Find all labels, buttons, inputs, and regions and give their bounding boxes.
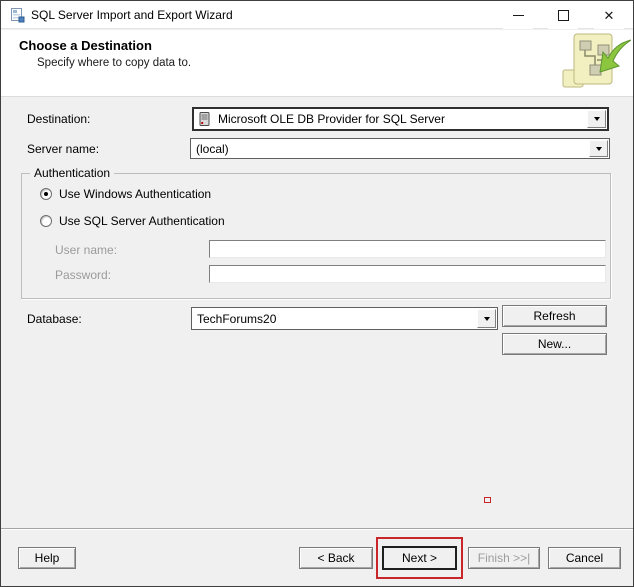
close-icon: ✕ bbox=[603, 7, 615, 23]
page-title: Choose a Destination bbox=[19, 38, 152, 53]
windows-auth-label[interactable]: Use Windows Authentication bbox=[59, 187, 211, 201]
import-export-diagram-icon bbox=[562, 33, 631, 88]
database-combobox[interactable]: TechForums20 bbox=[191, 307, 498, 330]
database-label: Database: bbox=[27, 312, 82, 326]
close-button[interactable]: ✕ bbox=[594, 1, 624, 29]
maximize-button[interactable] bbox=[548, 1, 578, 29]
wizard-window: SQL Server Import and Export Wizard ✕ Ch… bbox=[0, 0, 634, 587]
page-subtitle: Specify where to copy data to. bbox=[37, 57, 192, 69]
new-database-button[interactable]: New... bbox=[502, 333, 607, 355]
finish-button: Finish >>| bbox=[468, 547, 540, 569]
cancel-button[interactable]: Cancel bbox=[548, 547, 621, 569]
radio-dot-icon bbox=[44, 192, 48, 196]
minimize-button[interactable] bbox=[503, 1, 533, 29]
maximize-icon bbox=[557, 9, 569, 21]
next-button[interactable]: Next > bbox=[382, 546, 457, 570]
database-server-icon bbox=[199, 111, 210, 126]
refresh-button[interactable]: Refresh bbox=[502, 305, 607, 327]
minimize-icon bbox=[512, 14, 524, 16]
username-field bbox=[209, 240, 606, 258]
password-field bbox=[209, 265, 606, 283]
wizard-page-header: Choose a Destination Specify where to co… bbox=[1, 30, 633, 97]
titlebar: SQL Server Import and Export Wizard ✕ bbox=[1, 1, 633, 29]
destination-combobox[interactable]: Microsoft OLE DB Provider for SQL Server bbox=[192, 107, 609, 131]
database-dropdown-button[interactable] bbox=[477, 309, 496, 328]
help-button[interactable]: Help bbox=[18, 547, 76, 569]
annotation-mark bbox=[484, 497, 491, 503]
app-icon bbox=[11, 8, 25, 23]
dropdown-arrow-icon bbox=[593, 117, 600, 121]
server-name-dropdown-button[interactable] bbox=[589, 140, 608, 157]
dropdown-arrow-icon bbox=[595, 146, 602, 151]
database-value: TechForums20 bbox=[197, 311, 277, 326]
authentication-legend: Authentication bbox=[30, 166, 115, 180]
sql-auth-radio[interactable] bbox=[40, 215, 52, 227]
password-label: Password: bbox=[55, 268, 112, 282]
back-button[interactable]: < Back bbox=[299, 547, 373, 569]
window-title: SQL Server Import and Export Wizard bbox=[31, 8, 233, 22]
dropdown-arrow-icon bbox=[483, 316, 490, 321]
destination-label: Destination: bbox=[27, 112, 91, 126]
destination-dropdown-button[interactable] bbox=[587, 110, 606, 128]
authentication-groupbox: Authentication Use Windows Authenticatio… bbox=[21, 166, 611, 299]
server-name-label: Server name: bbox=[27, 142, 100, 156]
sql-auth-label[interactable]: Use SQL Server Authentication bbox=[59, 214, 225, 228]
server-name-value: (local) bbox=[196, 141, 229, 156]
destination-value: Microsoft OLE DB Provider for SQL Server bbox=[218, 112, 445, 126]
username-label: User name: bbox=[55, 243, 118, 257]
windows-auth-radio[interactable] bbox=[40, 188, 52, 200]
server-name-combobox[interactable]: (local) bbox=[190, 138, 610, 159]
footer-divider-highlight bbox=[1, 529, 633, 530]
